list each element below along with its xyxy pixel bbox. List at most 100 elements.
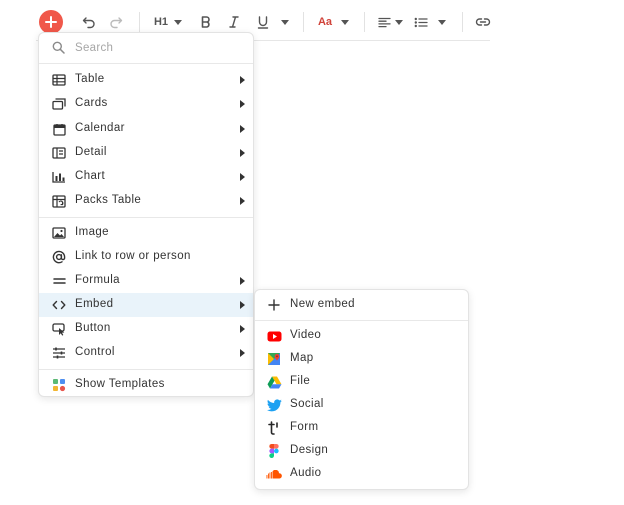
- align-left-icon: [377, 17, 391, 27]
- submenu-item-new-embed[interactable]: New embed: [255, 294, 468, 316]
- typeform-icon: [266, 420, 282, 436]
- insert-button[interactable]: [39, 10, 63, 34]
- search-input[interactable]: [75, 38, 240, 58]
- bullet-list-icon: [414, 17, 428, 27]
- underline-icon: [257, 15, 269, 29]
- menu-item-detail[interactable]: Detail: [39, 141, 253, 165]
- menu-divider: [39, 369, 253, 370]
- google-drive-icon: [266, 374, 282, 390]
- menu-divider: [39, 217, 253, 218]
- font-style-label: Aa: [317, 16, 333, 28]
- menu-item-label: Chart: [75, 170, 106, 182]
- menu-item-label: Embed: [75, 298, 114, 310]
- submenu-item-label: Audio: [290, 467, 322, 479]
- italic-icon: [229, 16, 239, 28]
- underline-dropdown[interactable]: [281, 19, 289, 25]
- submenu-item-audio[interactable]: Audio: [255, 463, 468, 485]
- redo-icon: [110, 17, 123, 29]
- chevron-right-icon: [240, 125, 245, 133]
- chevron-right-icon: [240, 100, 245, 108]
- chevron-right-icon: [240, 149, 245, 157]
- menu-item-table[interactable]: Table: [39, 68, 253, 92]
- chart-icon: [51, 169, 67, 185]
- italic-button[interactable]: [228, 14, 240, 30]
- menu-item-label: Packs Table: [75, 194, 142, 206]
- heading-button[interactable]: H1: [150, 13, 172, 31]
- menu-item-calendar[interactable]: Calendar: [39, 117, 253, 141]
- menu-search: [39, 33, 253, 63]
- menu-item-chart[interactable]: Chart: [39, 165, 253, 189]
- submenu-item-form[interactable]: Form: [255, 417, 468, 439]
- plus-icon: [266, 297, 282, 313]
- at-icon: [51, 249, 67, 265]
- undo-button[interactable]: [81, 14, 97, 30]
- link-button[interactable]: [474, 14, 492, 30]
- link-icon: [475, 18, 491, 26]
- align-button[interactable]: [376, 14, 392, 30]
- chevron-down-icon: [438, 19, 446, 25]
- youtube-icon: [266, 328, 282, 344]
- table-icon: [51, 72, 67, 88]
- google-maps-icon: [266, 351, 282, 367]
- chevron-right-icon: [240, 277, 245, 285]
- menu-item-formula[interactable]: Formula: [39, 269, 253, 293]
- submenu-item-label: Social: [290, 398, 324, 410]
- chevron-right-icon: [240, 197, 245, 205]
- list-button[interactable]: [413, 14, 429, 30]
- menu-item-packs-table[interactable]: Packs Table: [39, 189, 253, 213]
- submenu-item-video[interactable]: Video: [255, 325, 468, 347]
- menu-item-embed[interactable]: Embed: [39, 293, 253, 317]
- templates-icon: [51, 377, 67, 393]
- detail-icon: [51, 145, 67, 161]
- packs-table-icon: [51, 193, 67, 209]
- figma-icon: [266, 443, 282, 459]
- button-icon: [51, 321, 67, 337]
- menu-item-label: Control: [75, 346, 115, 358]
- bold-button[interactable]: [199, 14, 213, 30]
- menu-item-label: Button: [75, 322, 111, 334]
- align-dropdown[interactable]: [395, 19, 403, 25]
- submenu-item-label: Form: [290, 421, 319, 433]
- submenu-item-label: New embed: [290, 298, 355, 310]
- menu-item-show-templates[interactable]: Show Templates: [39, 373, 253, 397]
- chevron-down-icon: [281, 19, 289, 25]
- menu-item-label: Detail: [75, 146, 107, 158]
- underline-button[interactable]: [256, 14, 270, 30]
- menu-item-control[interactable]: Control: [39, 341, 253, 365]
- toolbar-divider: [303, 12, 304, 32]
- menu-item-button[interactable]: Button: [39, 317, 253, 341]
- menu-item-cards[interactable]: Cards: [39, 92, 253, 116]
- font-style-button[interactable]: Aa: [316, 14, 334, 30]
- menu-item-label: Formula: [75, 274, 120, 286]
- submenu-item-file[interactable]: File: [255, 371, 468, 393]
- toolbar-divider: [139, 12, 140, 32]
- chevron-right-icon: [240, 325, 245, 333]
- cards-icon: [51, 96, 67, 112]
- search-icon: [52, 41, 65, 59]
- embed-submenu: New embed Video Map File Social Form Des…: [254, 289, 469, 490]
- menu-item-link-to-row[interactable]: Link to row or person: [39, 245, 253, 269]
- chevron-right-icon: [240, 301, 245, 309]
- soundcloud-icon: [266, 466, 282, 482]
- menu-item-label: Calendar: [75, 122, 125, 134]
- submenu-item-label: Design: [290, 444, 329, 456]
- font-style-dropdown[interactable]: [341, 19, 349, 25]
- chevron-down-icon: [395, 19, 403, 25]
- menu-item-label: Cards: [75, 97, 108, 109]
- redo-button[interactable]: [108, 14, 124, 30]
- submenu-item-map[interactable]: Map: [255, 348, 468, 370]
- menu-item-image[interactable]: Image: [39, 221, 253, 245]
- heading-dropdown[interactable]: [174, 19, 182, 25]
- list-dropdown[interactable]: [438, 19, 446, 25]
- plus-icon: [45, 16, 57, 28]
- submenu-item-label: Video: [290, 329, 322, 341]
- submenu-item-label: Map: [290, 352, 314, 364]
- insert-menu: Table Cards Calendar Detail Chart Packs: [38, 32, 254, 397]
- submenu-divider: [255, 320, 468, 321]
- embed-icon: [51, 297, 67, 313]
- formula-icon: [51, 273, 67, 289]
- calendar-icon: [51, 121, 67, 137]
- undo-icon: [82, 17, 95, 29]
- submenu-item-design[interactable]: Design: [255, 440, 468, 462]
- submenu-item-social[interactable]: Social: [255, 394, 468, 416]
